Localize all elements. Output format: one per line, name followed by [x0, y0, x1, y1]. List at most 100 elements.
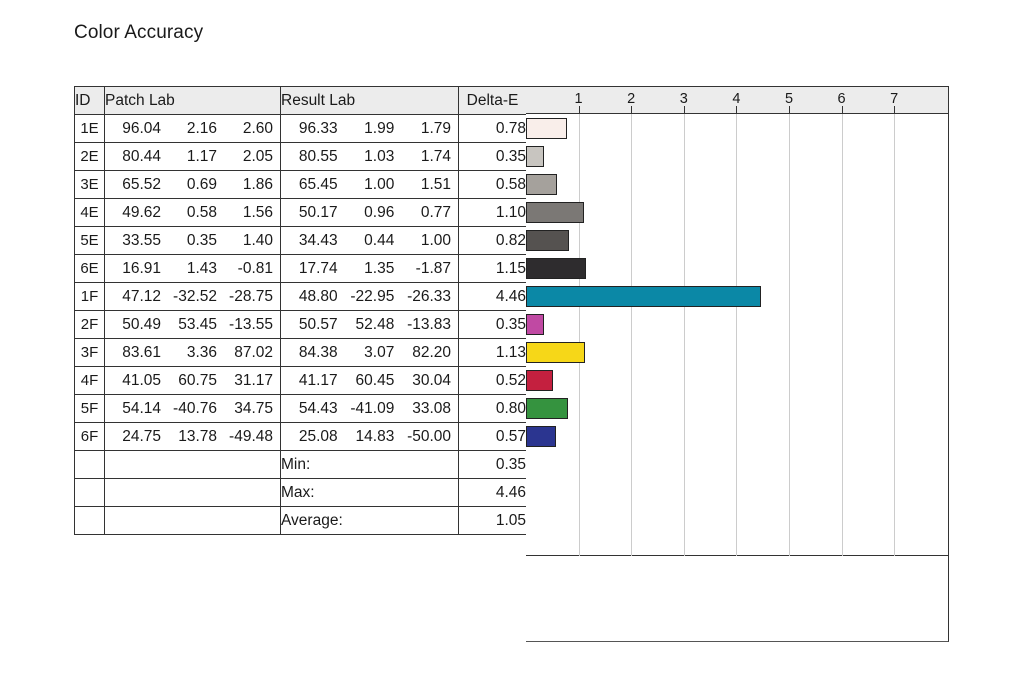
lab-value: -13.83 [407, 315, 452, 333]
chart-bar [526, 426, 556, 447]
chart-bar [526, 342, 586, 363]
x-axis-tick-label: 2 [627, 91, 636, 107]
lab-value: 14.83 [355, 427, 395, 445]
table-body: 1E 96.04 2.16 2.60 96.33 1.99 1.79 0.78 2E 80.44 1… [74, 114, 527, 535]
chart-bar [526, 202, 584, 223]
chart-bar-row [526, 366, 948, 394]
summary-spacer [104, 478, 281, 507]
page-title: Color Accuracy [74, 22, 204, 43]
cell-patch-lab: 33.55 0.35 1.40 [104, 226, 281, 255]
lab-value: 17.74 [298, 259, 338, 277]
lab-value: 50.49 [122, 315, 161, 333]
lab-value: 60.45 [355, 371, 395, 389]
lab-value: 48.80 [298, 287, 338, 305]
summary-label: Max: [280, 478, 459, 507]
x-axis-tick-label: 3 [679, 91, 688, 107]
lab-value: 96.04 [122, 119, 161, 137]
lab-value: -13.55 [229, 315, 273, 333]
lab-value: -22.95 [350, 287, 395, 305]
summary-row: Min: 0.35 [74, 450, 527, 479]
lab-value: 33.55 [122, 231, 161, 249]
lab-value: -28.75 [229, 287, 273, 305]
lab-value: 84.38 [298, 343, 338, 361]
cell-result-lab: 80.55 1.03 1.74 [280, 142, 459, 171]
lab-value: -26.33 [407, 287, 452, 305]
x-axis-tick-label: 4 [732, 91, 741, 107]
cell-delta-e: 1.13 [458, 338, 527, 367]
cell-result-lab: 50.17 0.96 0.77 [280, 198, 459, 227]
lab-value: 3.36 [186, 343, 217, 361]
chart-x-axis: 1 2 3 4 5 6 7 [526, 86, 949, 114]
chart-bar [526, 398, 569, 419]
color-accuracy-table: ID Patch Lab Result Lab Delta-E 1E 96.04 2… [74, 86, 527, 535]
summary-row: Max: 4.46 [74, 478, 527, 507]
lab-value: 1.40 [242, 231, 273, 249]
summary-spacer [74, 450, 105, 479]
cell-result-lab: 41.17 60.45 30.04 [280, 366, 459, 395]
lab-value: 54.14 [122, 399, 161, 417]
cell-delta-e: 1.10 [458, 198, 527, 227]
chart-bar-row [526, 198, 948, 226]
lab-value: -0.81 [237, 259, 273, 277]
chart-bar-row [526, 142, 948, 170]
table-row: 2E 80.44 1.17 2.05 80.55 1.03 1.74 0.35 [74, 142, 527, 171]
summary-value: 4.46 [458, 478, 527, 507]
x-axis-tick-label: 1 [574, 91, 583, 107]
lab-value: 1.86 [242, 175, 273, 193]
lab-value: 34.75 [234, 399, 273, 417]
table-row: 4F 41.05 60.75 31.17 41.17 60.45 30.04 0.52 [74, 366, 527, 395]
cell-patch-lab: 47.12 -32.52 -28.75 [104, 282, 281, 311]
chart-bar-row [526, 282, 948, 310]
cell-id: 6F [74, 422, 105, 451]
cell-id: 3E [74, 170, 105, 199]
x-axis-tick-mark [841, 106, 843, 113]
lab-value: 41.05 [122, 371, 161, 389]
cell-result-lab: 25.08 14.83 -50.00 [280, 422, 459, 451]
cell-id: 4F [74, 366, 105, 395]
lab-value: 2.16 [186, 119, 217, 137]
chart-bar [526, 230, 570, 251]
lab-value: 53.45 [178, 315, 217, 333]
table-row: 2F 50.49 53.45 -13.55 50.57 52.48 -13.83 0.35 [74, 310, 527, 339]
lab-value: 1.17 [186, 147, 217, 165]
x-axis-tick-label: 6 [837, 91, 846, 107]
lab-value: 1.00 [420, 231, 452, 249]
lab-value: 16.91 [122, 259, 161, 277]
summary-spacer [104, 506, 281, 535]
cell-patch-lab: 16.91 1.43 -0.81 [104, 254, 281, 283]
cell-result-lab: 50.57 52.48 -13.83 [280, 310, 459, 339]
delta-e-chart: 1 2 3 4 5 6 7 [526, 86, 949, 642]
cell-result-lab: 96.33 1.99 1.79 [280, 114, 459, 143]
lab-value: 2.60 [242, 119, 273, 137]
lab-value: 1.79 [420, 119, 452, 137]
x-axis-tick-label: 5 [784, 91, 794, 107]
lab-value: 1.56 [242, 203, 273, 221]
lab-value: 31.17 [234, 371, 273, 389]
cell-delta-e: 0.82 [458, 226, 527, 255]
cell-delta-e: 0.80 [458, 394, 527, 423]
summary-row: Average: 1.05 [74, 506, 527, 535]
table-row: 6F 24.75 13.78 -49.48 25.08 14.83 -50.00 0.57 [74, 422, 527, 451]
summary-value: 1.05 [458, 506, 527, 535]
cell-id: 2F [74, 310, 105, 339]
chart-bar [526, 314, 545, 335]
cell-result-lab: 65.45 1.00 1.51 [280, 170, 459, 199]
column-header-result: Result Lab [280, 86, 459, 115]
x-axis-tick-label: 7 [890, 91, 899, 107]
lab-value: 50.57 [298, 315, 338, 333]
lab-value: 50.17 [298, 203, 338, 221]
chart-plot-inner [526, 114, 948, 556]
chart-bar-row [526, 114, 948, 142]
lab-value: 1.74 [420, 147, 452, 165]
lab-value: 0.44 [364, 231, 395, 249]
lab-value: 0.77 [420, 203, 452, 221]
chart-bar-row [526, 170, 948, 198]
cell-patch-lab: 49.62 0.58 1.56 [104, 198, 281, 227]
x-axis-tick-mark [894, 106, 896, 113]
summary-value: 0.35 [458, 450, 527, 479]
lab-value: 47.12 [122, 287, 161, 305]
summary-label: Min: [280, 450, 459, 479]
cell-delta-e: 0.57 [458, 422, 527, 451]
lab-value: 96.33 [298, 119, 338, 137]
x-axis-tick-mark [736, 106, 738, 113]
